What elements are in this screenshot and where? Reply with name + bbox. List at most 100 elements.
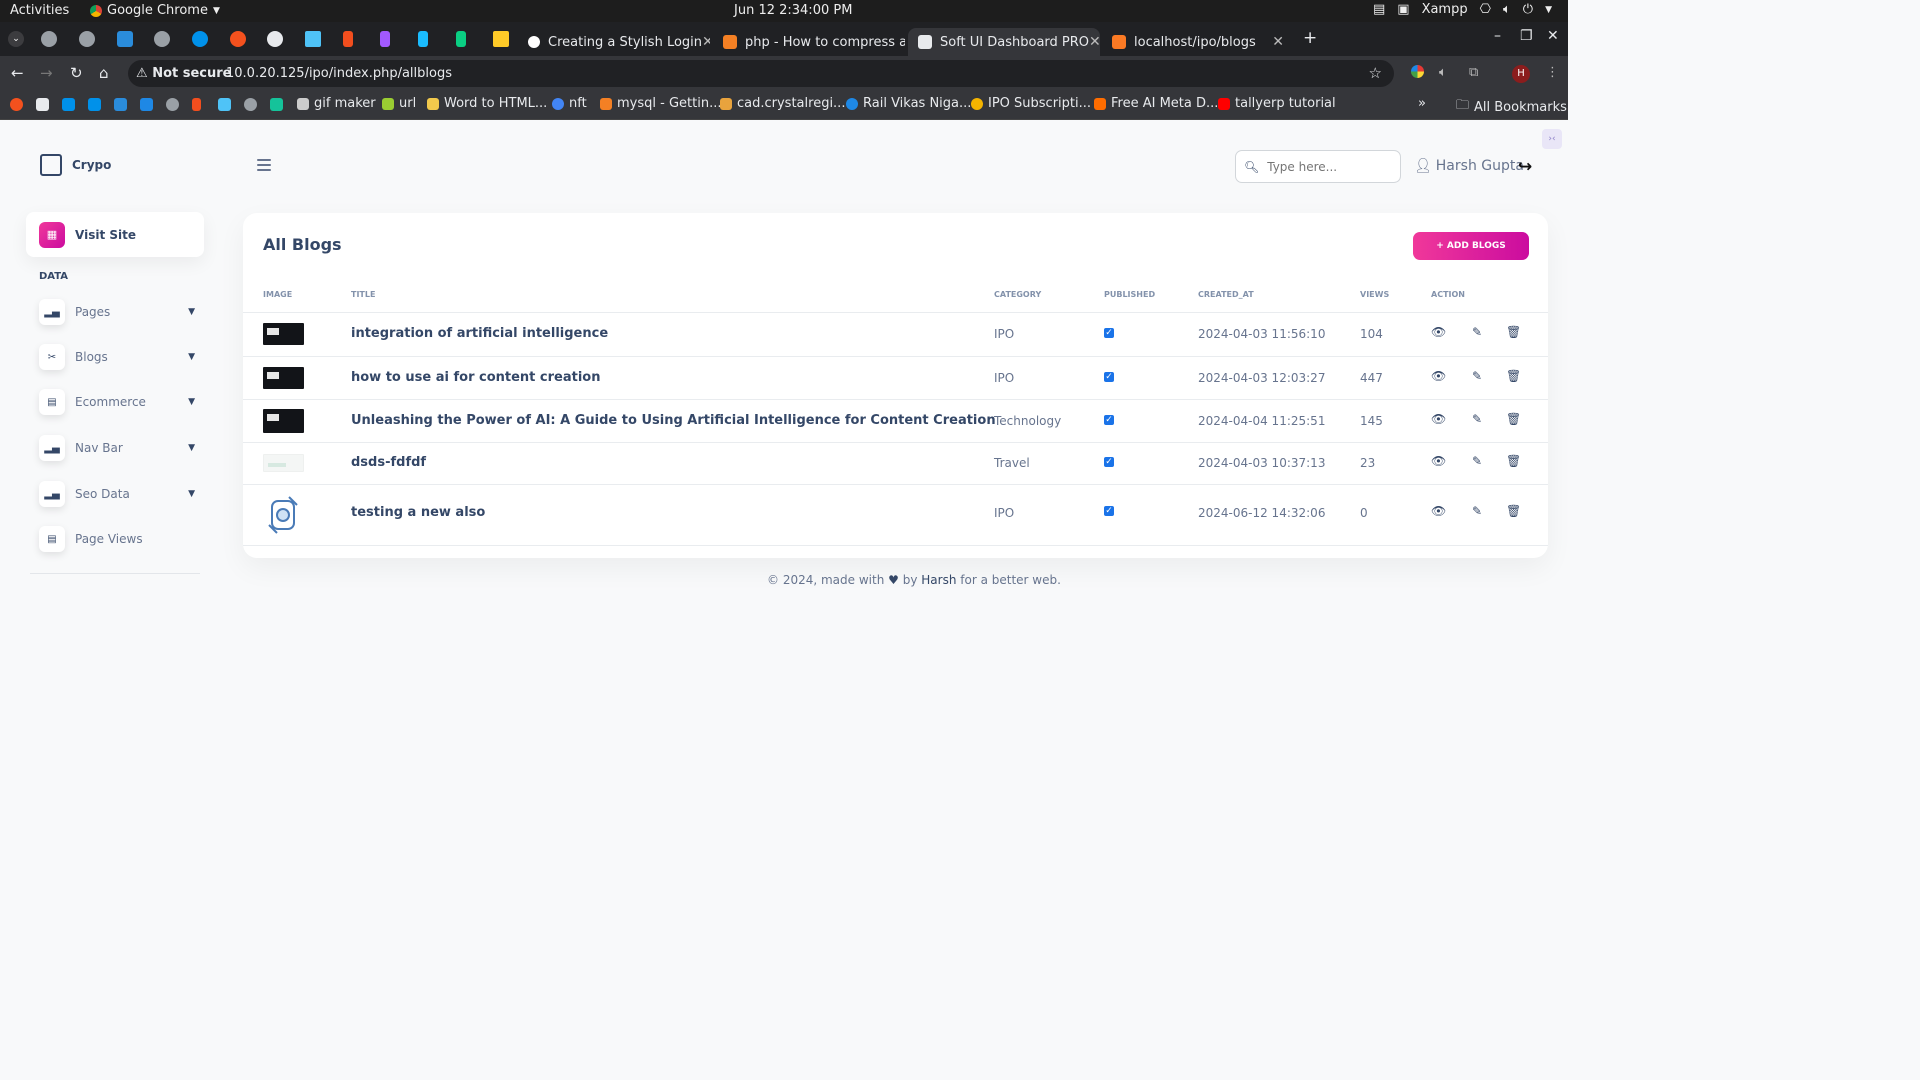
bookmark-free-ai-meta[interactable]: Free AI Meta D...	[1094, 96, 1218, 111]
close-icon[interactable]: ✕	[1089, 34, 1100, 50]
blog-title[interactable]: Unleashing the Power of AI: A Guide to U…	[351, 413, 996, 428]
sidebar-toggle-icon[interactable]: ›‹	[1542, 129, 1562, 149]
bookmark-ipo-subscription[interactable]: IPO Subscripti...	[971, 96, 1091, 111]
edit-icon[interactable]: ✎	[1472, 454, 1482, 468]
sidebar-item-nav-bar[interactable]: ▂▄ Nav Bar ▼	[39, 434, 195, 462]
bookmark-icon[interactable]	[244, 98, 257, 111]
reload-icon[interactable]: ↻	[70, 64, 83, 82]
bookmark-cad-crystal[interactable]: cad.crystalregi...	[720, 96, 845, 111]
add-blogs-button[interactable]: + ADD BLOGS	[1413, 232, 1529, 260]
blog-title[interactable]: integration of artificial intelligence	[351, 326, 608, 341]
pinned-tab-figma-icon[interactable]	[380, 31, 390, 47]
chevron-down-icon[interactable]: ▼	[1545, 5, 1552, 15]
sidebar-item-seo-data[interactable]: ▂▄ Seo Data ▼	[39, 480, 195, 508]
bookmark-skype-icon[interactable]	[62, 98, 75, 111]
tab-php-compress[interactable]: php - How to compress a ✕	[713, 28, 905, 56]
delete-trash-icon[interactable]: 🗑︎	[1506, 504, 1521, 518]
new-tab-icon[interactable]: +	[1303, 28, 1317, 48]
hamburger-menu-icon[interactable]	[257, 159, 271, 174]
tab-soft-ui-dashboard[interactable]: Soft UI Dashboard PRO ✕	[908, 28, 1100, 56]
bookmark-icon[interactable]	[166, 98, 179, 111]
close-window-icon[interactable]: ✕	[1547, 28, 1559, 44]
url-text[interactable]: 10.0.20.125/ipo/index.php/allblogs	[226, 66, 452, 81]
blog-title[interactable]: dsds-fdfdf	[351, 455, 426, 470]
bookmark-skype-icon[interactable]	[88, 98, 101, 111]
extensions-icon[interactable]: ⧉	[1469, 65, 1478, 80]
not-secure-badge[interactable]: ⚠ Not secure	[136, 66, 231, 81]
delete-trash-icon[interactable]: 🗑︎	[1506, 325, 1521, 339]
blog-title[interactable]: how to use ai for content creation	[351, 370, 601, 385]
bookmark-word-to-html[interactable]: Word to HTML...	[427, 96, 547, 111]
sidebar-item-pages[interactable]: ▂▄ Pages ▼	[39, 298, 195, 326]
bookmark-star-icon[interactable]: ☆	[1369, 64, 1382, 82]
edit-icon[interactable]: ✎	[1472, 412, 1482, 426]
view-eye-icon[interactable]: 👁︎	[1431, 325, 1446, 339]
brand[interactable]: Crypo	[40, 154, 111, 176]
published-checkbox[interactable]: ✓	[1104, 372, 1114, 382]
search-box[interactable]: 🔍︎	[1235, 150, 1401, 183]
network-icon[interactable]: ⎔	[1480, 2, 1491, 17]
sidebar-item-page-views[interactable]: ▤ Page Views	[39, 525, 195, 553]
bookmark-icon[interactable]	[218, 98, 231, 111]
profile-avatar[interactable]: H	[1512, 65, 1530, 83]
activities-button[interactable]: Activities	[10, 3, 69, 18]
pinned-tab-icon[interactable]	[305, 31, 321, 47]
tab-search-icon[interactable]: ⌄	[8, 31, 24, 47]
address-bar[interactable]: ⚠ Not secure 10.0.20.125/ipo/index.php/a…	[128, 60, 1394, 87]
sidebar-item-blogs[interactable]: ✂ Blogs ▼	[39, 343, 195, 371]
published-checkbox[interactable]: ✓	[1104, 457, 1114, 467]
menu-dots-icon[interactable]: ⋮	[1546, 65, 1559, 80]
pinned-tab-icon[interactable]	[154, 31, 170, 47]
xampp-icon[interactable]: ▣	[1397, 2, 1409, 17]
blog-title[interactable]: testing a new also	[351, 505, 485, 520]
edit-icon[interactable]: ✎	[1472, 325, 1482, 339]
volume-icon[interactable]: 🔈︎	[1503, 2, 1511, 17]
published-checkbox[interactable]: ✓	[1104, 415, 1114, 425]
edit-icon[interactable]: ✎	[1472, 504, 1482, 518]
pinned-tab-skype-icon[interactable]	[192, 31, 208, 47]
bookmark-icon[interactable]	[10, 98, 23, 111]
bookmark-nft[interactable]: nft	[552, 96, 587, 111]
extension-color-icon[interactable]	[1411, 65, 1424, 78]
close-icon[interactable]: ✕	[1272, 34, 1284, 50]
home-icon[interactable]: ⌂	[99, 64, 109, 82]
user-menu[interactable]: 👤︎ Harsh Gupta	[1414, 158, 1524, 174]
clipboard-icon[interactable]: ▤	[1373, 2, 1385, 17]
pinned-tab-figma-icon[interactable]	[456, 31, 466, 47]
view-eye-icon[interactable]: 👁︎	[1431, 412, 1446, 426]
volume-extension-icon[interactable]: 🔈︎	[1439, 65, 1447, 80]
view-eye-icon[interactable]: 👁︎	[1431, 504, 1446, 518]
bookmark-rail-vikas[interactable]: Rail Vikas Niga...	[846, 96, 971, 111]
bookmark-zoho-icon[interactable]	[114, 98, 127, 111]
pinned-tab-icon[interactable]	[41, 31, 57, 47]
bookmark-openai-icon[interactable]	[36, 98, 49, 111]
tab-creating-login[interactable]: Creating a Stylish Login ✕	[518, 28, 710, 56]
close-icon[interactable]: ✕	[702, 34, 710, 50]
maximize-icon[interactable]: ❐	[1520, 28, 1533, 44]
all-bookmarks[interactable]: 🗀 All Bookmarks	[1456, 96, 1567, 118]
pinned-tab-zoho-icon[interactable]	[117, 31, 133, 47]
bookmark-icon[interactable]	[140, 98, 153, 111]
bookmark-tallyerp[interactable]: tallyerp tutorial	[1218, 96, 1336, 111]
pinned-tab-figma-icon[interactable]	[418, 31, 428, 47]
published-checkbox[interactable]: ✓	[1104, 506, 1114, 516]
pinned-tab-icon[interactable]	[79, 31, 95, 47]
pinned-tab-icon[interactable]	[230, 31, 246, 47]
xampp-label[interactable]: Xampp	[1422, 2, 1468, 17]
view-eye-icon[interactable]: 👁︎	[1431, 454, 1446, 468]
bookmark-gif-maker[interactable]: gif maker	[297, 96, 376, 111]
clock[interactable]: Jun 12 2:34:00 PM	[734, 3, 852, 18]
tab-localhost-blogs[interactable]: localhost/ipo/blogs ✕	[1102, 28, 1294, 56]
footer-author-link[interactable]: Harsh	[921, 573, 956, 587]
bookmark-mysql[interactable]: mysql - Gettin...	[600, 96, 721, 111]
back-icon[interactable]: ←	[11, 64, 24, 82]
pinned-tab-figma-icon[interactable]	[343, 31, 353, 47]
pinned-tab-icon[interactable]	[493, 31, 509, 47]
power-icon[interactable]: ⏻	[1523, 2, 1533, 17]
published-checkbox[interactable]: ✓	[1104, 328, 1114, 338]
view-eye-icon[interactable]: 👁︎	[1431, 369, 1446, 383]
search-input[interactable]	[1267, 159, 1388, 174]
app-menu[interactable]: Google Chrome ▼	[90, 3, 220, 18]
pinned-tab-openai-icon[interactable]	[267, 31, 283, 47]
bookmark-grammarly-icon[interactable]	[270, 98, 283, 111]
